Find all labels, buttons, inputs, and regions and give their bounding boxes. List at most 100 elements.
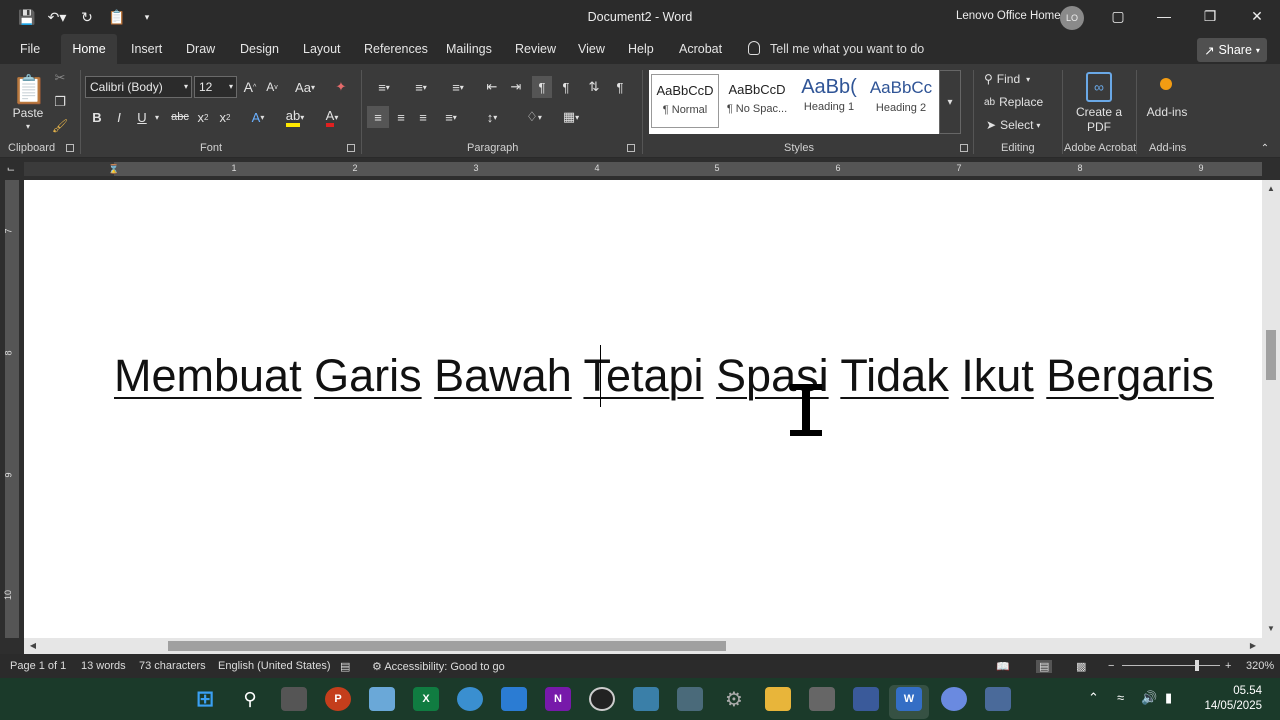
word[interactable]: Tetapi [583, 350, 703, 401]
share-button[interactable]: ↗ Share ▾ [1197, 38, 1267, 62]
word[interactable]: Tidak [840, 350, 948, 401]
tab-design[interactable]: Design [240, 34, 279, 64]
account-name[interactable]: Lenovo Office Home [956, 10, 1061, 22]
app-icon-3[interactable] [853, 687, 879, 711]
indent-marker-icon[interactable]: ⌛ [108, 160, 120, 178]
paste-button[interactable]: Paste [8, 106, 48, 120]
scroll-right-icon[interactable]: ▶ [1246, 638, 1260, 654]
sketch-icon[interactable] [501, 687, 527, 711]
word[interactable]: Ikut [961, 350, 1034, 401]
align-left-icon[interactable]: ≡ [367, 106, 389, 128]
replace-button[interactable]: ab Replace [984, 93, 1054, 111]
document-page[interactable]: Membuat Garis Bawah Tetapi Spasi Tidak I… [24, 180, 1262, 638]
app-icon-4[interactable] [985, 687, 1011, 711]
vertical-scroll-thumb[interactable] [1266, 330, 1276, 380]
scroll-left-icon[interactable]: ◀ [26, 638, 40, 654]
bold-button[interactable]: B [88, 106, 106, 128]
tab-layout[interactable]: Layout [303, 34, 341, 64]
tab-help[interactable]: Help [628, 34, 654, 64]
collapse-ribbon-icon[interactable]: ⌃ [1258, 142, 1272, 154]
add-ins-button[interactable]: Add-ins [1142, 104, 1192, 120]
change-case-button[interactable]: Aa ▾ [289, 76, 321, 98]
photos-icon[interactable] [369, 687, 395, 711]
word[interactable]: Garis [314, 350, 422, 401]
wifi-icon[interactable]: ≈ [1117, 690, 1124, 705]
windows-start-icon[interactable]: ⊞ [192, 686, 218, 711]
battery-icon[interactable]: ▮ [1165, 690, 1172, 706]
zoom-slider[interactable] [1122, 665, 1220, 666]
tab-insert[interactable]: Insert [131, 34, 162, 64]
document-paragraph[interactable]: Membuat Garis Bawah Tetapi Spasi Tidak I… [114, 350, 1214, 402]
styles-more-icon[interactable]: ▾ [939, 70, 961, 134]
file-explorer-icon[interactable] [765, 687, 791, 711]
paragraph-launcher-icon[interactable] [627, 144, 635, 152]
style-heading-1[interactable]: AaBb( Heading 1 [795, 74, 863, 128]
macro-record-icon[interactable]: ▤ [340, 660, 350, 673]
tab-mailings[interactable]: Mailings [446, 34, 492, 64]
add-ins-icon[interactable] [1160, 78, 1172, 90]
style-normal[interactable]: AaBbCcD ¶ Normal [651, 74, 719, 128]
tab-selector-icon[interactable]: ⌙ [4, 162, 18, 176]
vertical-scrollbar[interactable]: ▲ ▼ [1262, 180, 1280, 638]
paint-icon[interactable] [457, 687, 483, 711]
zoom-slider-thumb[interactable] [1195, 660, 1199, 671]
font-name-select[interactable]: Calibri (Body) ▾ [85, 76, 192, 98]
ltr-icon[interactable]: ¶ [532, 76, 552, 98]
borders-icon[interactable]: ▦ ▾ [555, 106, 587, 128]
multilevel-list-icon[interactable]: ≡ ▾ [442, 76, 474, 98]
superscript-button[interactable]: x2 [216, 106, 234, 128]
language-status[interactable]: English (United States) [218, 660, 331, 672]
increase-indent-icon[interactable]: ⇥ [506, 76, 526, 98]
align-center-icon[interactable]: ≡ [391, 106, 411, 128]
onenote-icon[interactable]: N [545, 687, 571, 711]
restore-button[interactable]: ❐ [1193, 5, 1227, 27]
font-color-icon[interactable]: A ▾ [316, 106, 348, 128]
excel-icon[interactable]: X [413, 687, 439, 711]
app-icon[interactable] [633, 687, 659, 711]
tab-draw[interactable]: Draw [186, 34, 215, 64]
grow-font-icon[interactable]: A ^ [241, 76, 259, 98]
snipping-tool-icon[interactable] [677, 687, 703, 711]
task-view-icon[interactable] [281, 687, 307, 711]
scroll-up-icon[interactable]: ▲ [1262, 182, 1280, 196]
style-no-spacing[interactable]: AaBbCcD ¶ No Spac... [723, 74, 791, 128]
shrink-font-icon[interactable]: Av [263, 76, 281, 98]
scroll-down-icon[interactable]: ▼ [1262, 622, 1280, 636]
horizontal-scrollbar[interactable]: ◀ ▶ [24, 638, 1262, 654]
rtl-icon[interactable]: ¶ [556, 76, 576, 98]
strikethrough-button[interactable]: abc [169, 106, 191, 128]
tab-home[interactable]: Home [61, 34, 117, 64]
clear-formatting-icon[interactable]: ✦ [331, 76, 351, 98]
horizontal-scroll-thumb[interactable] [168, 641, 726, 651]
word[interactable]: Membuat [114, 350, 302, 401]
text-effects-icon[interactable]: A ▾ [243, 106, 273, 128]
cut-icon[interactable]: ✂ [52, 70, 68, 86]
close-button[interactable]: ✕ [1240, 5, 1274, 27]
show-hidden-icons-icon[interactable]: ⌃ [1088, 690, 1099, 706]
clipboard-launcher-icon[interactable] [66, 144, 74, 152]
tell-me-search[interactable]: Tell me what you want to do [748, 34, 924, 64]
numbering-icon[interactable]: ≡ ▾ [405, 76, 437, 98]
word[interactable]: Bergaris [1046, 350, 1214, 401]
minimize-button[interactable]: — [1147, 5, 1181, 27]
bullets-icon[interactable]: ≡ ▾ [368, 76, 400, 98]
copilot-icon[interactable] [941, 687, 967, 711]
volume-icon[interactable]: 🔊 [1141, 690, 1157, 706]
justify-icon[interactable]: ≡ ▾ [437, 106, 465, 128]
clock[interactable]: 05.54 14/05/2025 [1200, 684, 1262, 714]
tab-file[interactable]: File [20, 34, 40, 64]
style-heading-2[interactable]: AaBbCc Heading 2 [867, 74, 935, 128]
tab-acrobat[interactable]: Acrobat [679, 34, 722, 64]
sort-icon[interactable]: ⇅ [584, 76, 604, 98]
font-size-select[interactable]: 12 ▾ [194, 76, 237, 98]
settings-icon[interactable]: ⚙ [721, 687, 747, 711]
paste-icon[interactable]: 📋 [12, 70, 47, 108]
line-spacing-icon[interactable]: ↕ ▾ [476, 106, 508, 128]
tab-references[interactable]: References [364, 34, 428, 64]
underline-button[interactable]: U [133, 106, 151, 128]
tab-review[interactable]: Review [515, 34, 556, 64]
format-painter-icon[interactable]: 🖌 [52, 118, 69, 134]
accessibility-status[interactable]: ⚙ Accessibility: Good to go [372, 660, 505, 673]
word-count[interactable]: 13 words [81, 660, 126, 672]
word[interactable]: Bawah [434, 350, 572, 401]
